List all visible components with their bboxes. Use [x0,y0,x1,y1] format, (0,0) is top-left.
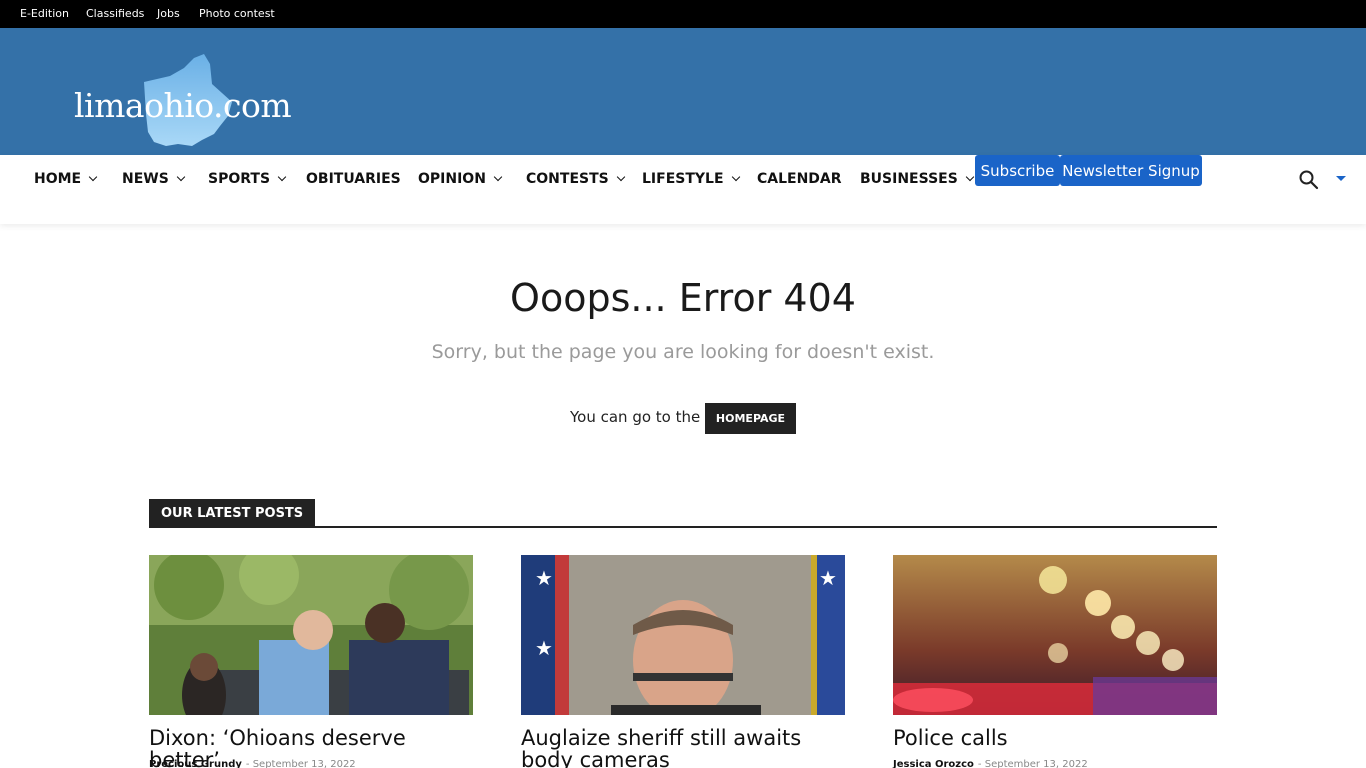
chevron-down-icon [965,172,975,182]
nav-label: CALENDAR [757,171,842,187]
post-card[interactable]: ★ ★ ★ Auglaize sheriff still awaits body… [521,555,845,768]
post-meta: Precious Grundy - September 13, 2022 [149,759,356,768]
post-thumbnail[interactable] [893,555,1217,715]
svg-text:★: ★ [819,566,837,590]
chevron-down-icon [88,172,98,182]
topbar-link-jobs[interactable]: Jobs [157,7,180,20]
error-subtitle: Sorry, but the page you are looking for … [431,341,935,363]
nav-item-contests[interactable]: CONTESTS [526,171,625,187]
nav-label: OBITUARIES [306,171,401,187]
goto-text: You can go to the [570,408,701,426]
caret-down-icon[interactable] [1336,176,1346,181]
topbar-link-photo-contest[interactable]: Photo contest [199,7,275,20]
chevron-down-icon [731,172,740,182]
newsletter-signup-button[interactable]: Newsletter Signup [1060,155,1202,186]
search-icon[interactable] [1298,169,1320,191]
nav-label: NEWS [122,171,169,187]
nav-label: OPINION [418,171,486,187]
nav-item-news[interactable]: NEWS [122,171,186,187]
site-logo[interactable]: limaohio.com [74,54,314,149]
chevron-down-icon [176,172,186,182]
post-thumbnail[interactable] [149,555,473,715]
post-date: - September 13, 2022 [245,759,356,768]
post-title[interactable]: Auglaize sheriff still awaits body camer… [521,727,845,768]
nav-item-sports[interactable]: SPORTS [208,171,287,187]
nav-item-obituaries[interactable]: OBITUARIES [306,171,401,187]
top-bar: E-Edition Classifieds Jobs Photo contest [0,0,1366,28]
nav-item-home[interactable]: HOME [34,171,98,187]
main-nav: HOME NEWS SPORTS OBITUARIES OPINION CONT… [0,155,1366,224]
site-header: limaohio.com [0,28,1366,155]
chevron-down-icon [277,172,287,182]
chevron-down-icon [616,172,625,182]
nav-label: CONTESTS [526,171,609,187]
nav-item-calendar[interactable]: CALENDAR [757,171,842,187]
subscribe-button[interactable]: Subscribe [975,155,1060,186]
post-title[interactable]: Police calls [893,727,1217,749]
post-date: - September 13, 2022 [977,759,1088,768]
latest-posts-heading: OUR LATEST POSTS [149,499,316,528]
homepage-button[interactable]: HOMEPAGE [705,403,796,434]
chevron-down-icon [493,172,503,182]
post-meta: Jessica Orozco - September 13, 2022 [893,759,1088,768]
nav-label: SPORTS [208,171,271,187]
post-date-value: September 13, 2022 [984,759,1088,768]
svg-text:★: ★ [535,566,553,590]
svg-text:★: ★ [535,636,553,660]
nav-label: LIFESTYLE [642,171,724,187]
nav-label: BUSINESSES [860,171,958,187]
post-author[interactable]: Jessica Orozco [893,759,974,768]
topbar-link-classifieds[interactable]: Classifieds [86,7,144,20]
nav-item-businesses[interactable]: BUSINESSES [860,171,975,187]
post-author[interactable]: Precious Grundy [149,759,242,768]
post-date-value: September 13, 2022 [252,759,356,768]
logo-text: limaohio.com [74,86,292,125]
latest-posts-divider [149,526,1217,528]
nav-label: HOME [34,171,82,187]
error-title: Ooops... Error 404 [510,276,856,320]
post-card[interactable]: Dixon: ‘Ohioans deserve better’ Precious… [149,555,473,768]
nav-item-lifestyle[interactable]: LIFESTYLE [642,171,740,187]
post-card[interactable]: Police calls Jessica Orozco - September 1… [893,555,1217,768]
nav-item-opinion[interactable]: OPINION [418,171,503,187]
topbar-link-e-edition[interactable]: E-Edition [20,7,69,20]
post-thumbnail[interactable]: ★ ★ ★ [521,555,845,715]
